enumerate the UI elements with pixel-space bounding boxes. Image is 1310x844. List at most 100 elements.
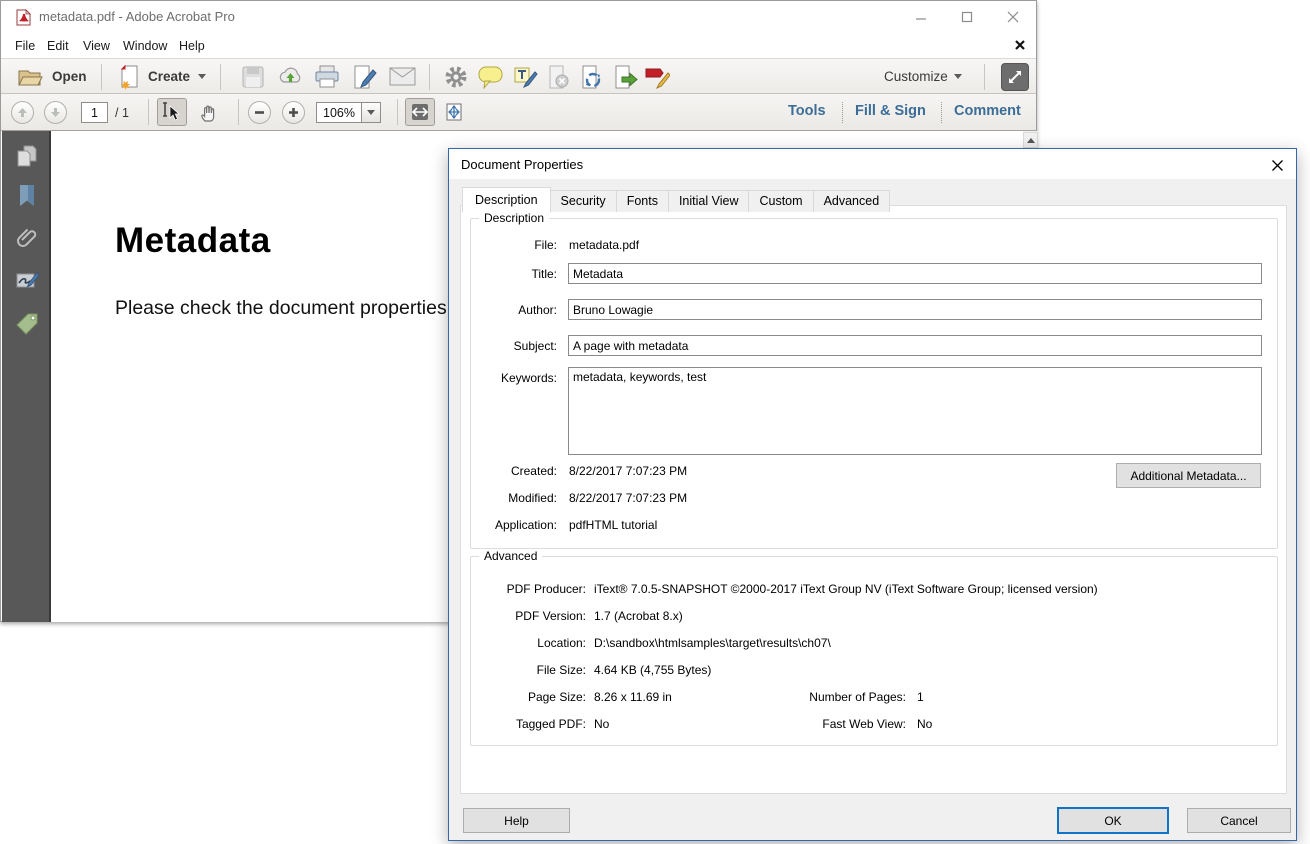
number-of-pages-value: 1 [917, 690, 924, 704]
fast-web-view-value: No [917, 717, 932, 731]
tab-description[interactable]: Description [462, 187, 551, 213]
previous-page-icon[interactable] [11, 101, 34, 124]
pdf-producer-label: PDF Producer: [474, 582, 586, 596]
keywords-label: Keywords: [469, 371, 557, 385]
fill-sign-icon[interactable] [512, 64, 538, 90]
create-button[interactable]: Create [148, 69, 190, 84]
email-icon[interactable] [389, 67, 416, 86]
toolbar-separator [429, 64, 430, 90]
redact-sign-icon[interactable] [644, 64, 670, 90]
menu-view[interactable]: View [79, 37, 114, 55]
dialog-titlebar: Document Properties [449, 149, 1296, 179]
author-field[interactable] [568, 299, 1262, 320]
modified-label: Modified: [469, 491, 557, 505]
zoom-in-icon[interactable] [282, 101, 305, 124]
page-refresh-icon[interactable] [579, 64, 604, 90]
create-pdf-icon[interactable] [117, 64, 143, 90]
menu-help[interactable]: Help [175, 37, 209, 55]
page-thumbnails-icon[interactable] [14, 143, 40, 169]
title-label: Title: [469, 267, 557, 281]
number-of-pages-label: Number of Pages: [786, 690, 906, 704]
dotted-separator [842, 102, 843, 123]
tab-advanced[interactable]: Advanced [813, 190, 891, 212]
menubar: File Edit View Window Help [1, 32, 1036, 58]
zoom-out-icon[interactable] [248, 101, 271, 124]
gear-icon[interactable] [444, 65, 468, 89]
navigation-sidebar [2, 131, 51, 622]
page-export-icon[interactable] [612, 64, 638, 90]
open-folder-icon[interactable] [17, 65, 44, 89]
next-page-icon[interactable] [44, 101, 67, 124]
scroll-up-icon[interactable] [1023, 132, 1038, 148]
document-properties-dialog: Document Properties Description Security… [448, 148, 1297, 841]
page-size-label: Page Size: [474, 690, 586, 704]
zoom-dropdown-button[interactable] [361, 102, 381, 123]
tab-security[interactable]: Security [550, 190, 617, 212]
chevron-down-icon[interactable] [198, 74, 206, 79]
fit-width-icon[interactable] [405, 98, 435, 126]
bookmarks-icon[interactable] [14, 183, 40, 209]
additional-metadata-button[interactable]: Additional Metadata... [1116, 463, 1261, 488]
minimize-button[interactable] [910, 7, 932, 27]
menu-edit[interactable]: Edit [43, 37, 73, 55]
pdf-version-label: PDF Version: [474, 609, 586, 623]
author-label: Author: [469, 303, 557, 317]
tags-icon[interactable] [14, 311, 40, 337]
page-number-input[interactable] [81, 102, 108, 123]
description-legend: Description [479, 211, 549, 225]
help-button[interactable]: Help [463, 808, 570, 833]
fit-page-icon[interactable] [439, 98, 469, 126]
print-icon[interactable] [314, 64, 340, 90]
customize-button[interactable]: Customize [884, 69, 948, 84]
signatures-icon[interactable] [14, 267, 40, 293]
fullscreen-icon[interactable] [1001, 63, 1029, 91]
zoom-level-input[interactable] [316, 102, 362, 123]
application-value: pdfHTML tutorial [569, 518, 657, 532]
dialog-tabstrip: Description Security Fonts Initial View … [462, 186, 889, 212]
dotted-separator [941, 102, 942, 123]
menu-file[interactable]: File [11, 37, 39, 55]
tab-custom[interactable]: Custom [748, 190, 813, 212]
navigation-toolbar: / 1 [1, 94, 1036, 131]
modified-value: 8/22/2017 7:07:23 PM [569, 491, 687, 505]
acrobat-pdf-icon [15, 9, 32, 26]
file-value: metadata.pdf [569, 238, 639, 252]
close-document-icon[interactable] [1014, 38, 1028, 52]
open-button[interactable]: Open [52, 69, 87, 84]
created-value: 8/22/2017 7:07:23 PM [569, 464, 687, 478]
chevron-down-icon [367, 110, 375, 115]
location-value: D:\sandbox\htmlsamples\target\results\ch… [594, 636, 831, 650]
tab-initial-view[interactable]: Initial View [668, 190, 750, 212]
select-tool[interactable] [157, 98, 187, 126]
page-delete-icon[interactable] [546, 64, 571, 90]
maximize-button[interactable] [956, 7, 978, 27]
tab-fill-sign[interactable]: Fill & Sign [855, 103, 926, 119]
titlebar: metadata.pdf - Adobe Acrobat Pro [1, 1, 1036, 32]
tab-comment[interactable]: Comment [954, 103, 1021, 119]
menu-window[interactable]: Window [119, 37, 171, 55]
comment-bubble-icon[interactable] [478, 66, 503, 89]
ok-button[interactable]: OK [1057, 807, 1169, 834]
chevron-down-icon[interactable] [954, 74, 962, 79]
hand-tool[interactable] [194, 98, 224, 126]
fast-web-view-label: Fast Web View: [786, 717, 906, 731]
title-field[interactable] [568, 263, 1262, 284]
toolbar-separator [397, 99, 398, 125]
save-icon[interactable] [241, 65, 265, 89]
main-toolbar: Open Create [1, 58, 1036, 94]
close-button[interactable] [1002, 7, 1024, 27]
tab-tools[interactable]: Tools [788, 103, 826, 119]
pdf-producer-value: iText® 7.0.5-SNAPSHOT ©2000-2017 iText G… [594, 582, 1098, 596]
page-size-value: 8.26 x 11.69 in [594, 690, 672, 704]
cancel-button[interactable]: Cancel [1187, 808, 1291, 833]
upload-cloud-icon[interactable] [277, 64, 304, 90]
dialog-close-icon[interactable] [1268, 156, 1286, 174]
application-label: Application: [469, 518, 557, 532]
tagged-pdf-label: Tagged PDF: [474, 717, 586, 731]
toolbar-separator [148, 99, 149, 125]
subject-field[interactable] [568, 335, 1262, 356]
keywords-field[interactable]: metadata, keywords, test [568, 367, 1262, 455]
attachments-icon[interactable] [14, 225, 40, 251]
sign-document-icon[interactable] [351, 64, 377, 90]
tab-fonts[interactable]: Fonts [616, 190, 669, 212]
